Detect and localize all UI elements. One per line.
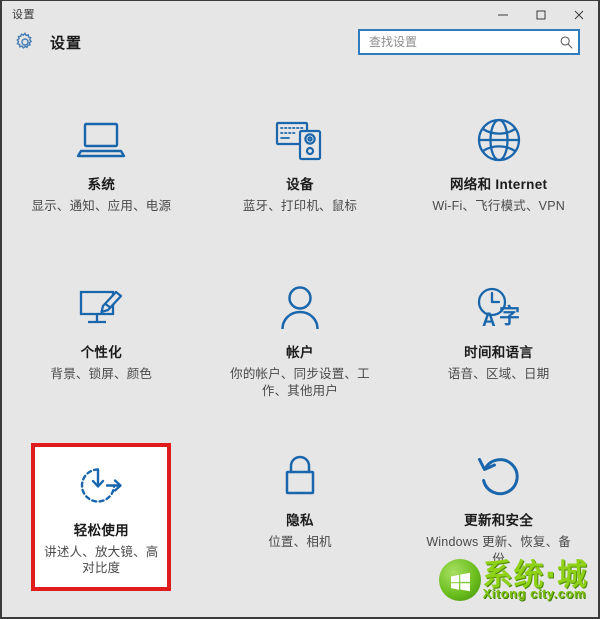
lock-icon	[280, 447, 320, 505]
tile-title: 设备	[286, 177, 314, 192]
tile-title: 帐户	[286, 345, 314, 360]
monitor-brush-icon	[75, 279, 127, 337]
refresh-arrow-icon	[476, 447, 522, 505]
minimize-button[interactable]	[484, 1, 522, 28]
globe-icon	[476, 111, 522, 169]
search-input[interactable]	[360, 31, 554, 53]
ease-of-access-icon	[76, 457, 126, 515]
maximize-button[interactable]	[522, 1, 560, 28]
person-icon	[279, 279, 321, 337]
laptop-icon	[75, 111, 127, 169]
tile-desc: Wi-Fi、飞行模式、VPN	[432, 198, 565, 213]
window-controls	[484, 1, 598, 29]
app-identity: 设置	[14, 31, 82, 53]
tile-title: 轻松使用	[73, 522, 129, 538]
tile-title: 个性化	[80, 345, 123, 360]
tile-desc: 语音、区域、日期	[447, 366, 550, 381]
tile-desc: 你的帐户、同步设置、工作、其他用户	[230, 366, 370, 398]
tile-ease-of-access[interactable]: 轻松使用 讲述人、放大镜、高对比度	[31, 442, 172, 592]
tile-system[interactable]: 系统 显示、通知、应用、电源	[16, 97, 186, 265]
tile-title: 网络和 Internet	[449, 177, 548, 192]
tile-accounts[interactable]: 帐户 你的帐户、同步设置、工作、其他用户	[215, 265, 385, 433]
title-bar: 设置	[2, 1, 598, 29]
gear-icon	[14, 31, 36, 53]
tile-title: 更新和安全	[464, 513, 534, 528]
tile-personalization[interactable]: 个性化 背景、锁屏、颜色	[16, 265, 186, 433]
tile-desc: 显示、通知、应用、电源	[31, 198, 172, 213]
clock-language-icon: A 字	[472, 279, 526, 337]
tile-desc: 背景、锁屏、颜色	[50, 366, 153, 381]
search-box[interactable]	[358, 29, 580, 55]
tile-desc: 蓝牙、打印机、鼠标	[242, 198, 358, 213]
settings-window: 设置 设置 查找设置 系统 显示、通知、应用、电源 设备 蓝牙、打印机、鼠标 网…	[0, 0, 600, 619]
page-title: 设置	[50, 34, 83, 52]
tile-desc: Windows 更新、恢复、备份	[426, 534, 571, 566]
tile-update-security[interactable]: 更新和安全 Windows 更新、恢复、备份	[414, 433, 584, 601]
tile-title: 隐私	[286, 513, 314, 528]
tile-desc: 位置、相机	[268, 534, 332, 549]
tile-title: 时间和语言	[464, 345, 534, 360]
tile-desc: 讲述人、放大镜、高对比度	[44, 544, 159, 576]
settings-header: 设置	[2, 29, 598, 71]
tile-devices[interactable]: 设备 蓝牙、打印机、鼠标	[215, 97, 385, 265]
tile-time-language[interactable]: A 字 时间和语言 语音、区域、日期	[414, 265, 584, 433]
titlebar-label: 设置	[12, 9, 35, 21]
tile-privacy[interactable]: 隐私 位置、相机	[215, 433, 385, 601]
tile-title: 系统	[87, 177, 116, 192]
tile-network-internet[interactable]: 网络和 Internet Wi-Fi、飞行模式、VPN	[414, 97, 584, 265]
svg-text:A: A	[482, 310, 496, 331]
search-icon[interactable]	[554, 35, 578, 50]
settings-grid: 系统 显示、通知、应用、电源 设备 蓝牙、打印机、鼠标 网络和 Internet…	[2, 97, 598, 601]
svg-text:字: 字	[499, 304, 520, 328]
keyboard-device-icon	[274, 111, 326, 169]
close-button[interactable]	[560, 1, 598, 28]
